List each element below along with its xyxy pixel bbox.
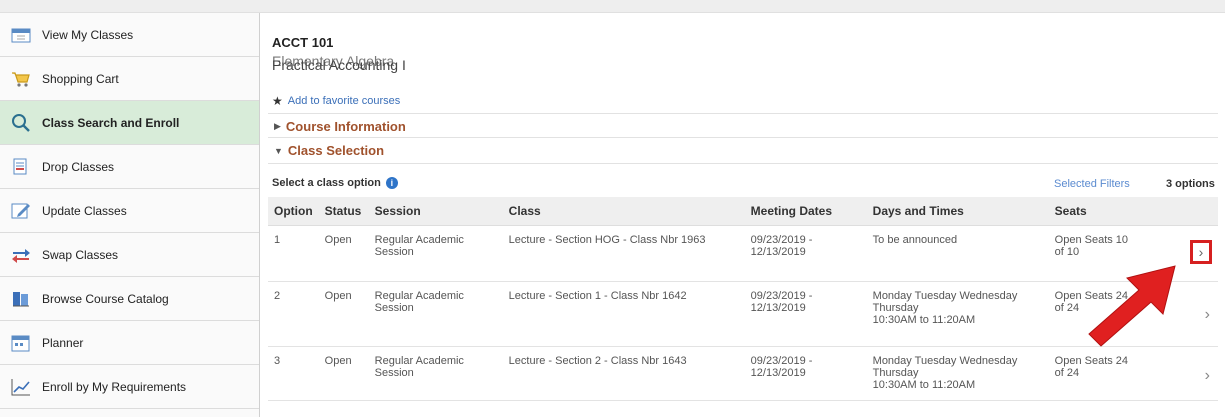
sidebar-item-shopping-cart[interactable]: Shopping Cart	[0, 57, 259, 101]
chevron-right-icon[interactable]: ›	[1190, 240, 1212, 264]
caret-down-icon: ▼	[274, 145, 283, 156]
times-text: 10:30AM to 11:20AM	[872, 314, 976, 326]
sidebar-item-view-my-classes[interactable]: View My Classes	[0, 13, 259, 57]
sidebar-item-label: Planner	[42, 335, 84, 350]
header-meeting-dates: Meeting Dates	[744, 197, 867, 226]
chevron-right-icon[interactable]: ›	[1205, 306, 1210, 324]
seats-text: Open Seats 10 of 10	[1054, 234, 1129, 258]
divider	[268, 137, 1218, 138]
status-cell: Open	[318, 281, 369, 347]
table-row[interactable]: 1 Open Regular Academic Session Lecture …	[268, 225, 1218, 282]
class-selection-toggle[interactable]: ▼ Class Selection	[274, 143, 384, 158]
table-row[interactable]: 2 Open Regular Academic Session Lecture …	[268, 281, 1218, 347]
divider	[268, 163, 1218, 164]
red-arrow-annotation	[1088, 265, 1176, 347]
days-text: Monday Tuesday Wednesday Thursday	[872, 355, 1018, 379]
sidebar-item-browse-course-catalog[interactable]: Browse Course Catalog	[0, 277, 259, 321]
header-seats: Seats	[1048, 197, 1218, 226]
drop-icon	[10, 156, 32, 178]
sidebar-item-swap-classes[interactable]: Swap Classes	[0, 233, 259, 277]
header-option: Option	[268, 197, 319, 226]
sidebar-item-label: Browse Course Catalog	[42, 291, 169, 306]
days-times-cell: Monday Tuesday Wednesday Thursday 10:30A…	[866, 346, 1049, 401]
class-options-table: Option Status Session Class Meeting Date…	[268, 197, 1218, 401]
sidebar-item-enroll-by-my-requirements[interactable]: Enroll by My Requirements	[0, 365, 259, 409]
select-class-option: Select a class option i	[272, 177, 398, 189]
session-cell: Regular Academic Session	[368, 225, 503, 282]
class-link[interactable]: Lecture - Section 2 - Class Nbr 1643	[502, 346, 745, 401]
course-information-toggle[interactable]: ▶ Course Information	[274, 119, 406, 134]
sidebar-item-label: Shopping Cart	[42, 71, 119, 86]
catalog-icon	[10, 288, 32, 310]
sidebar-item-label: Update Classes	[42, 203, 127, 218]
meeting-dates-cell: 09/23/2019 - 12/13/2019	[744, 225, 867, 282]
caret-right-icon: ▶	[274, 121, 281, 131]
session-cell: Regular Academic Session	[368, 346, 503, 401]
add-favorite-label: Add to favorite courses	[287, 95, 401, 107]
sidebar-item-class-search-and-enroll[interactable]: Class Search and Enroll	[0, 101, 259, 145]
sidebar-item-drop-classes[interactable]: Drop Classes	[0, 145, 259, 189]
header-class: Class	[502, 197, 745, 226]
header-days-and-times: Days and Times	[866, 197, 1049, 226]
class-link[interactable]: Lecture - Section 1 - Class Nbr 1642	[502, 281, 745, 347]
sidebar-item-update-classes[interactable]: Update Classes	[0, 189, 259, 233]
session-cell: Regular Academic Session	[368, 281, 503, 347]
add-favorite-link[interactable]: ★ Add to favorite courses	[272, 94, 400, 108]
table-header-row: Option Status Session Class Meeting Date…	[268, 197, 1218, 226]
planner-icon	[10, 332, 32, 354]
days-times-cell: Monday Tuesday Wednesday Thursday 10:30A…	[866, 281, 1049, 347]
class-selection-label: Class Selection	[287, 143, 385, 158]
select-class-option-label: Select a class option	[272, 177, 381, 189]
star-icon: ★	[272, 94, 283, 108]
search-icon	[10, 112, 32, 134]
class-link[interactable]: Lecture - Section HOG - Class Nbr 1963	[502, 225, 745, 282]
header-session: Session	[368, 197, 503, 226]
edit-icon	[10, 200, 32, 222]
main-content: ACCT 101 Elementary Algebra Practical Ac…	[260, 13, 1225, 417]
course-information-label: Course Information	[285, 119, 406, 134]
options-count: 3 options	[1166, 178, 1215, 190]
chart-icon	[10, 376, 32, 398]
option-cell: 3	[268, 346, 319, 401]
days-text: To be announced	[872, 234, 958, 246]
sidebar-item-label: Class Search and Enroll	[42, 115, 180, 130]
selected-filters-link[interactable]: Selected Filters	[1054, 178, 1130, 190]
days-times-cell: To be announced	[866, 225, 1049, 282]
info-icon[interactable]: i	[385, 177, 398, 189]
status-cell: Open	[318, 225, 369, 282]
sidebar-item-label: Enroll by My Requirements	[42, 379, 187, 394]
top-bar	[0, 0, 1225, 13]
sidebar-item-planner[interactable]: Planner	[0, 321, 259, 365]
status-cell: Open	[318, 346, 369, 401]
seats-text: Open Seats 24 of 24	[1054, 355, 1129, 379]
option-cell: 2	[268, 281, 319, 347]
times-text: 10:30AM to 11:20AM	[872, 379, 976, 391]
divider	[268, 113, 1218, 114]
meeting-dates-cell: 09/23/2019 - 12/13/2019	[744, 281, 867, 347]
meeting-dates-cell: 09/23/2019 - 12/13/2019	[744, 346, 867, 401]
days-text: Monday Tuesday Wednesday Thursday	[872, 290, 1018, 314]
sidebar-item-label: Swap Classes	[42, 247, 119, 262]
cart-icon	[10, 68, 32, 90]
seats-cell: Open Seats 24 of 24 ›	[1048, 346, 1218, 401]
course-code: ACCT 101	[272, 35, 334, 50]
header-status: Status	[318, 197, 369, 226]
chevron-right-icon[interactable]: ›	[1205, 367, 1210, 385]
table-row[interactable]: 3 Open Regular Academic Session Lecture …	[268, 346, 1218, 401]
sidebar-item-label: View My Classes	[42, 27, 134, 42]
sidebar: View My Classes Shopping Cart Class Sear…	[0, 13, 260, 417]
swap-icon	[10, 244, 32, 266]
course-title: Practical Accounting I	[272, 57, 406, 73]
option-cell: 1	[268, 225, 319, 282]
sidebar-item-label: Drop Classes	[42, 159, 115, 174]
calendar-icon	[10, 24, 32, 46]
